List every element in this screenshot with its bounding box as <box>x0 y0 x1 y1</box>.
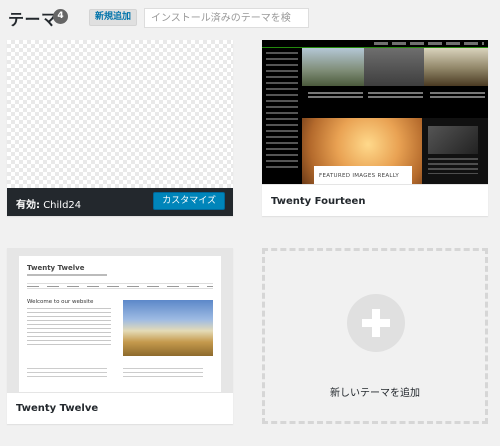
screenshot-nav <box>27 283 213 289</box>
theme-info-bar: Twenty Twelve <box>7 392 233 424</box>
screenshot-caption: FEATURED IMAGES REALLY <box>319 173 400 179</box>
page-title: テーマ <box>8 10 58 29</box>
screenshot-post-label: FEATURED IMAGES REALLY <box>314 166 412 184</box>
screenshot-body-text <box>27 308 111 346</box>
theme-screenshot[interactable]: FEATURED IMAGES REALLY <box>262 40 488 184</box>
screenshot-featured-image <box>364 48 424 86</box>
theme-name-text: Child24 <box>43 200 82 211</box>
add-new-theme-card[interactable]: 新しいテーマを追加 <box>262 248 488 424</box>
theme-screenshot[interactable]: Twenty Twelve Welcome to our website <box>7 248 233 392</box>
theme-name: Twenty Fourteen <box>271 196 366 207</box>
screenshot-heading: Welcome to our website <box>27 299 94 305</box>
theme-card-child24[interactable]: 有効: Child24 カスタマイズ <box>7 40 233 216</box>
screenshot-featured-image <box>302 48 364 86</box>
add-new-button[interactable]: 新規追加 <box>89 9 138 26</box>
screenshot-featured-image <box>424 48 488 86</box>
plus-icon <box>347 294 405 352</box>
active-theme-bar: 有効: Child24 カスタマイズ <box>7 188 233 216</box>
theme-name: 有効: Child24 <box>16 196 81 211</box>
theme-count-badge: 4 <box>53 9 68 24</box>
screenshot-site-title: Twenty Twelve <box>27 264 85 272</box>
theme-card-twenty-twelve[interactable]: Twenty Twelve Welcome to our website Twe… <box>7 248 233 424</box>
screenshot-nav <box>262 40 488 48</box>
customize-button[interactable]: カスタマイズ <box>153 192 225 210</box>
theme-name: Twenty Twelve <box>16 403 99 414</box>
screenshot-sidebar <box>262 48 302 184</box>
page-header: テーマ 4 新規追加 <box>0 0 500 32</box>
screenshot-captions <box>302 86 488 118</box>
screenshot-widgets <box>422 118 488 184</box>
theme-card-twenty-fourteen[interactable]: FEATURED IMAGES REALLY Twenty Fourteen <box>262 40 488 216</box>
add-new-theme-label: 新しいテーマを追加 <box>330 388 420 399</box>
theme-screenshot[interactable] <box>7 40 233 188</box>
active-prefix: 有効: <box>16 200 40 211</box>
theme-info-bar: Twenty Fourteen <box>262 184 488 216</box>
search-input[interactable] <box>144 8 309 28</box>
screenshot-page: Twenty Twelve Welcome to our website <box>19 256 221 392</box>
screenshot-photo <box>123 300 213 356</box>
